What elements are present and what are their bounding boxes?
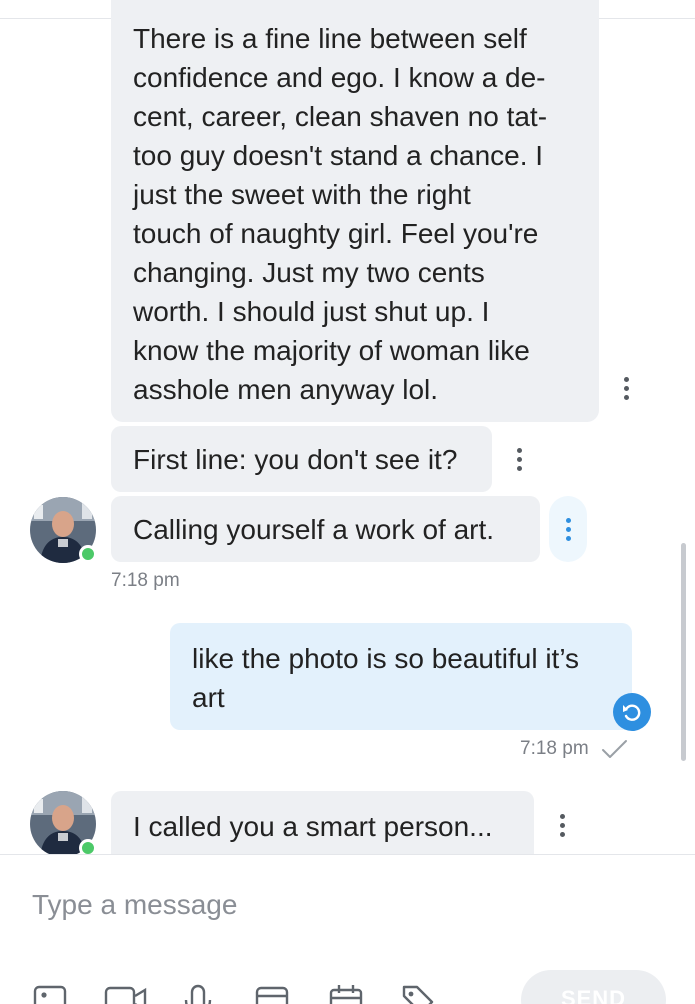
gift-card-icon[interactable] [255, 984, 289, 1004]
message-options-icon[interactable] [621, 377, 631, 400]
microphone-icon[interactable] [181, 984, 215, 1004]
incoming-message-bubble: First line: you don't see it? [111, 426, 492, 492]
online-status-indicator [79, 839, 97, 854]
message-thread[interactable]: There is a fine line between self confid… [0, 0, 695, 854]
message-timestamp: 7:18 pm [520, 738, 589, 759]
message-line: just the sweet with the right [133, 179, 471, 210]
incoming-message-bubble: I called you a smart person... [111, 791, 534, 854]
outgoing-message-bubble: like the photo is so beautiful it’s art [170, 623, 632, 730]
tag-icon[interactable] [401, 984, 435, 1004]
message-timestamp: 7:18 pm [111, 570, 180, 591]
message-options-icon[interactable] [514, 448, 524, 471]
message-text: I called you a smart person... [133, 811, 493, 842]
message-line: art [192, 682, 225, 713]
message-line: know the majority of woman like [133, 335, 530, 366]
checkmark-icon [600, 738, 628, 760]
message-line: too guy doesn't stand a chance. I [133, 140, 544, 171]
message-line: confidence and ego. I know a de- [133, 62, 546, 93]
composer-divider [0, 854, 695, 855]
image-icon[interactable] [33, 984, 67, 1004]
message-line: cent, career, clean shaven no tat- [133, 101, 548, 132]
scrollbar-thumb[interactable] [681, 543, 686, 761]
incoming-message-bubble: Calling yourself a work of art. [111, 496, 540, 562]
message-options-icon[interactable] [563, 518, 573, 541]
send-button[interactable]: SEND [521, 970, 666, 1004]
message-line: like the photo is so beautiful it’s [192, 643, 580, 674]
message-input[interactable] [32, 880, 632, 930]
incoming-message-bubble: There is a fine line between self confid… [111, 0, 599, 422]
online-status-indicator [79, 545, 97, 563]
message-text: Calling yourself a work of art. [133, 514, 495, 545]
message-line: There is a fine line between self [133, 23, 527, 54]
message-line: asshole men anyway lol. [133, 374, 439, 405]
undo-icon[interactable] [613, 693, 651, 731]
video-icon[interactable] [104, 984, 148, 1004]
message-options-icon[interactable] [557, 814, 567, 837]
message-text: First line: you don't see it? [133, 444, 458, 475]
message-line: worth. I should just shut up. I [133, 296, 490, 327]
calendar-icon[interactable] [329, 984, 363, 1004]
message-line: changing. Just my two cents [133, 257, 485, 288]
message-line: touch of naughty girl. Feel you're [133, 218, 539, 249]
